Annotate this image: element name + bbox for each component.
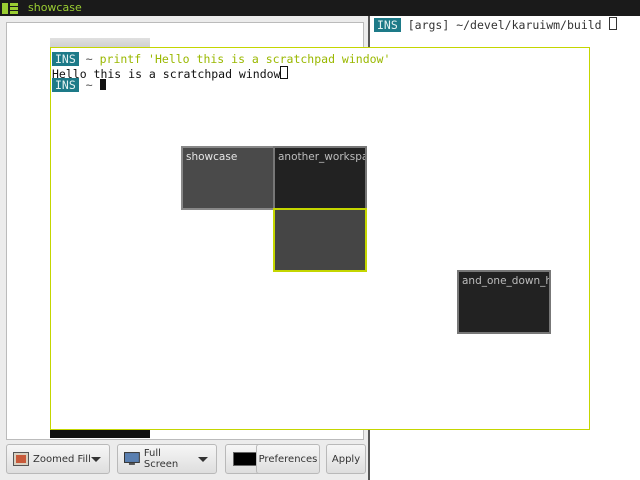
grid-layout-icon[interactable] bbox=[2, 3, 18, 14]
prompt-context: [args] bbox=[407, 18, 450, 32]
preferences-button[interactable]: Preferences bbox=[256, 444, 320, 474]
prompt-tilde: ~ bbox=[85, 78, 93, 92]
screen-label: Full Screen bbox=[143, 448, 179, 470]
workspace-tile-down[interactable]: and_one_down_here bbox=[457, 270, 551, 334]
prompt-tilde: ~ bbox=[85, 52, 93, 66]
no-newline-marker bbox=[280, 66, 289, 79]
terminal-prompt-line: INS [args] ~/devel/karuiwm/build bbox=[374, 17, 617, 32]
workspace-tile-showcase[interactable]: showcase bbox=[181, 146, 275, 210]
workspace-tile-another[interactable]: another_workspace bbox=[273, 146, 367, 210]
mode-badge: INS bbox=[52, 52, 79, 66]
chevron-down-icon bbox=[91, 456, 101, 462]
screen-dropdown[interactable]: Full Screen bbox=[117, 444, 217, 474]
color-swatch bbox=[233, 452, 257, 466]
zoom-mode-label: Zoomed Fill bbox=[33, 453, 91, 465]
preferences-label: Preferences bbox=[258, 453, 318, 465]
workspace-label: another_workspace bbox=[278, 151, 365, 163]
command-text: printf 'Hello this is a scratchpad windo… bbox=[99, 52, 391, 66]
chevron-down-icon bbox=[198, 456, 208, 462]
workspace-title: showcase bbox=[28, 1, 82, 14]
workspace-label: and_one_down_here bbox=[462, 275, 551, 287]
mode-badge: INS bbox=[374, 18, 401, 32]
prompt-path: ~/devel/karuiwm/build bbox=[456, 18, 602, 32]
prompt-line: INS ~ bbox=[52, 78, 106, 92]
apply-label: Apply bbox=[331, 453, 361, 465]
monitor-icon bbox=[124, 452, 140, 465]
workspace-label: showcase bbox=[186, 151, 238, 163]
workspace-tile-selected[interactable] bbox=[273, 208, 367, 272]
mode-badge: INS bbox=[52, 78, 79, 92]
image-icon bbox=[13, 452, 29, 466]
apply-button[interactable]: Apply bbox=[326, 444, 366, 474]
zoom-mode-dropdown[interactable]: Zoomed Fill bbox=[6, 444, 110, 474]
terminal-cursor bbox=[99, 79, 106, 90]
terminal-cursor bbox=[608, 17, 617, 30]
command-line: INS ~ printf 'Hello this is a scratchpad… bbox=[52, 52, 391, 66]
top-bar: showcase bbox=[0, 0, 640, 16]
